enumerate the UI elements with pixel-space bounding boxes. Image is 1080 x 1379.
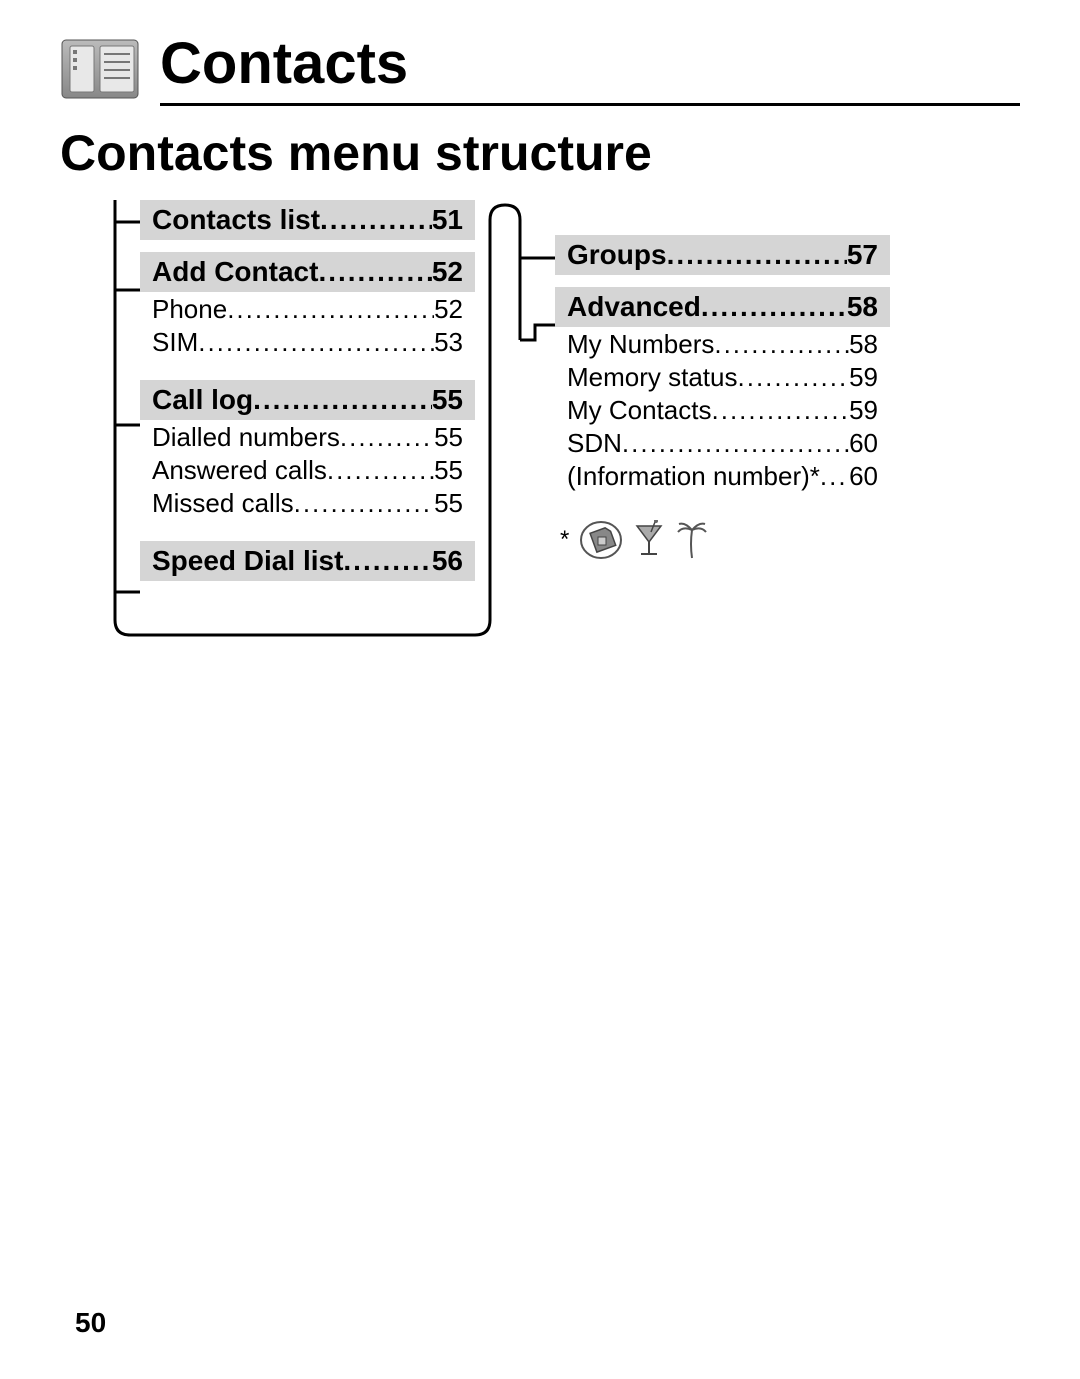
submenu-label: Memory status [567, 362, 738, 393]
header-rule [160, 103, 1020, 106]
page-number: 59 [849, 395, 878, 426]
submenu-item: Missed calls .................... 55 [140, 486, 475, 519]
submenu-item: Phone ............................ 52 [140, 292, 475, 325]
submenu-label: Phone [152, 294, 227, 325]
page-number: 59 [849, 362, 878, 393]
page-number: 55 [434, 488, 463, 519]
menu-group: Contacts list .............. 51 [140, 200, 475, 240]
page-number: 57 [847, 239, 878, 271]
page-number: 58 [849, 329, 878, 360]
page-number: 52 [432, 256, 463, 288]
menu-item-contacts-list: Contacts list .............. 51 [140, 200, 475, 240]
submenu-item: My Numbers ................... 58 [555, 327, 890, 360]
leader-dots: ................ [738, 362, 850, 393]
menu-label: Speed Dial list [152, 545, 343, 577]
footnote: * [560, 520, 709, 560]
menu-item-add-contact: Add Contact .............. 52 [140, 252, 475, 292]
leader-dots: ............................ [227, 294, 434, 325]
menu-group: Add Contact .............. 52 Phone ....… [140, 252, 475, 358]
submenu-label: Answered calls [152, 455, 327, 486]
leader-dots: ............... [327, 455, 434, 486]
leader-dots: .................................. [198, 327, 434, 358]
header-text: Contacts [160, 30, 1020, 106]
cocktail-glass-icon [629, 520, 669, 560]
page-number: 56 [432, 545, 463, 577]
submenu-label: SDN [567, 428, 622, 459]
submenu-label: (Information number)* [567, 461, 820, 492]
submenu-item: (Information number)* .... 60 [555, 459, 890, 492]
menu-label: Call log [152, 384, 253, 416]
page-number: 53 [434, 327, 463, 358]
submenu-label: My Contacts [567, 395, 712, 426]
menu-group: Groups ........................ 57 [555, 235, 890, 275]
leader-dots: ........................ [667, 239, 847, 271]
page-number: 58 [847, 291, 878, 323]
menu-tree: Contacts list .............. 51 Add Cont… [60, 200, 1020, 700]
menu-item-advanced: Advanced .................. 58 [555, 287, 890, 327]
leader-dots: .... [820, 461, 849, 492]
leader-dots: .................... [712, 395, 850, 426]
page-number: 55 [432, 384, 463, 416]
leader-dots: ........... [343, 545, 431, 577]
submenu-item: My Contacts .................... 59 [555, 393, 890, 426]
leader-dots: ................... [714, 329, 849, 360]
tree-column-right: Groups ........................ 57 Advan… [555, 235, 890, 504]
contacts-list-icon [60, 36, 140, 101]
leader-dots: ....................... [253, 384, 432, 416]
leader-dots: .............. [318, 256, 431, 288]
leader-dots: ................................ [622, 428, 849, 459]
submenu-label: Dialled numbers [152, 422, 340, 453]
footnote-marker: * [560, 526, 569, 554]
menu-group: Advanced .................. 58 My Number… [555, 287, 890, 492]
menu-group: Speed Dial list ........... 56 [140, 541, 475, 581]
page-number: 52 [434, 294, 463, 325]
leader-dots: .................. [701, 291, 847, 323]
page-number: 60 [849, 461, 878, 492]
submenu-item: Dialled numbers ............. 55 [140, 420, 475, 453]
footnote-icons [579, 520, 709, 560]
submenu-item: Memory status ................ 59 [555, 360, 890, 393]
submenu-item: SIM .................................. 5… [140, 325, 475, 358]
leader-dots: .................... [294, 488, 434, 519]
menu-group: Call log ....................... 55 Dial… [140, 380, 475, 519]
menu-item-call-log: Call log ....................... 55 [140, 380, 475, 420]
menu-label: Groups [567, 239, 667, 271]
page-number: 51 [432, 204, 463, 236]
menu-label: Add Contact [152, 256, 318, 288]
header-title: Contacts [160, 30, 1020, 103]
submenu-item: SDN ................................ 60 [555, 426, 890, 459]
menu-label: Contacts list [152, 204, 320, 236]
leader-dots: ............. [340, 422, 434, 453]
menu-item-groups: Groups ........................ 57 [555, 235, 890, 275]
submenu-label: Missed calls [152, 488, 294, 519]
tree-column-left: Contacts list .............. 51 Add Cont… [140, 200, 475, 593]
submenu-label: SIM [152, 327, 198, 358]
manual-page: Contacts Contacts menu structure [0, 0, 1080, 1379]
footer-page-number: 50 [75, 1307, 106, 1339]
page-number: 55 [434, 422, 463, 453]
submenu-label: My Numbers [567, 329, 714, 360]
page-number: 60 [849, 428, 878, 459]
palm-tree-icon [675, 520, 709, 560]
section-title: Contacts menu structure [60, 124, 1020, 182]
menu-label: Advanced [567, 291, 701, 323]
sim-card-icon [579, 520, 623, 560]
submenu-item: Answered calls ............... 55 [140, 453, 475, 486]
leader-dots: .............. [320, 204, 432, 236]
menu-item-speed-dial-list: Speed Dial list ........... 56 [140, 541, 475, 581]
page-number: 55 [434, 455, 463, 486]
page-header: Contacts [60, 30, 1020, 106]
